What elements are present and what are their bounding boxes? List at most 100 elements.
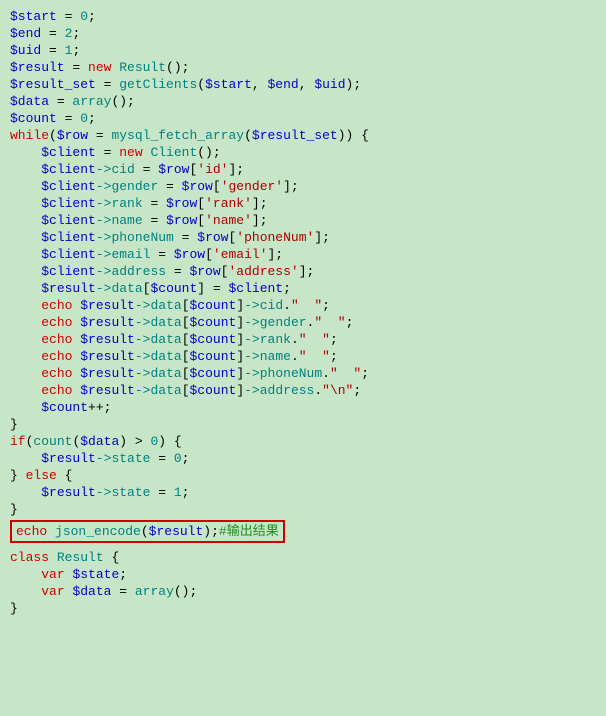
property: address	[260, 383, 315, 398]
keyword: while	[10, 128, 49, 143]
variable: $result	[41, 451, 96, 466]
code-line: $uid = 1;	[10, 42, 576, 59]
property: state	[111, 451, 150, 466]
class-name: Result	[111, 60, 166, 75]
code-line: echo $result->data[$count]->address."\n"…	[10, 382, 576, 399]
variable: $row	[57, 128, 88, 143]
property: address	[111, 264, 166, 279]
string: " "	[291, 298, 322, 313]
variable: $client	[41, 162, 96, 177]
property: phoneNum	[260, 366, 322, 381]
code-line: $client->phoneNum = $row['phoneNum'];	[10, 229, 576, 246]
variable: $count	[190, 332, 237, 347]
number: 0	[80, 9, 88, 24]
property: data	[150, 349, 181, 364]
string: " "	[330, 366, 361, 381]
property: cid	[111, 162, 134, 177]
variable: $count	[190, 383, 237, 398]
keyword: var	[41, 567, 64, 582]
string: " "	[314, 315, 345, 330]
code-line: while($row = mysql_fetch_array($result_s…	[10, 127, 576, 144]
code-line: echo $result->data[$count]->rank." ";	[10, 331, 576, 348]
variable: $row	[182, 179, 213, 194]
function-name: mysql_fetch_array	[111, 128, 244, 143]
property: gender	[260, 315, 307, 330]
code-line: echo $result->data[$count]->cid." ";	[10, 297, 576, 314]
string: " "	[299, 349, 330, 364]
code-line: } else {	[10, 467, 576, 484]
variable: $result	[41, 485, 96, 500]
variable: $uid	[10, 43, 41, 58]
keyword: echo	[41, 298, 72, 313]
variable: $state	[72, 567, 119, 582]
variable: $client	[41, 196, 96, 211]
variable: $result_set	[10, 77, 96, 92]
code-line: echo $result->data[$count]->phoneNum." "…	[10, 365, 576, 382]
code-line: echo $result->data[$count]->name." ";	[10, 348, 576, 365]
keyword: echo	[41, 315, 72, 330]
class-name: Client	[143, 145, 198, 160]
property: cid	[260, 298, 283, 313]
variable: $client	[41, 247, 96, 262]
variable: $count	[10, 111, 57, 126]
property: name	[111, 213, 142, 228]
keyword: echo	[41, 349, 72, 364]
code-line: $client->gender = $row['gender'];	[10, 178, 576, 195]
code-line: }	[10, 600, 576, 617]
code-line: if(count($data) > 0) {	[10, 433, 576, 450]
code-line: $start = 0;	[10, 8, 576, 25]
variable: $result	[80, 315, 135, 330]
variable: $result	[80, 383, 135, 398]
variable: $result	[41, 281, 96, 296]
number: 1	[174, 485, 182, 500]
variable: $row	[197, 230, 228, 245]
keyword: else	[26, 468, 57, 483]
property: email	[111, 247, 150, 262]
string: 'name'	[205, 213, 252, 228]
variable: $row	[166, 196, 197, 211]
code-line: $result = new Result();	[10, 59, 576, 76]
highlighted-line: echo json_encode($result);#输出结果	[10, 520, 285, 543]
code-line: $count = 0;	[10, 110, 576, 127]
variable: $result	[80, 349, 135, 364]
variable: $start	[10, 9, 57, 24]
code-line: var $data = array();	[10, 583, 576, 600]
code-line: $end = 2;	[10, 25, 576, 42]
code-line: $result->state = 1;	[10, 484, 576, 501]
variable: $client	[41, 145, 96, 160]
code-line: }	[10, 501, 576, 518]
variable: $result	[80, 298, 135, 313]
variable: $row	[166, 213, 197, 228]
number: 0	[174, 451, 182, 466]
code-line: echo $result->data[$count]->gender." ";	[10, 314, 576, 331]
variable: $row	[189, 264, 220, 279]
keyword: new	[119, 145, 142, 160]
variable: $data	[10, 94, 49, 109]
variable: $end	[267, 77, 298, 92]
keyword: if	[10, 434, 26, 449]
string: 'phoneNum'	[236, 230, 314, 245]
code-line: $data = array();	[10, 93, 576, 110]
code-line: $client->email = $row['email'];	[10, 246, 576, 263]
function-name: count	[33, 434, 72, 449]
variable: $data	[80, 434, 119, 449]
keyword: echo	[16, 524, 47, 539]
property: name	[260, 349, 291, 364]
property: data	[150, 383, 181, 398]
variable: $result	[80, 332, 135, 347]
variable: $count	[190, 298, 237, 313]
code-line: $result->state = 0;	[10, 450, 576, 467]
variable: $count	[41, 400, 88, 415]
property: rank	[111, 196, 142, 211]
code-line: $result_set = getClients($start, $end, $…	[10, 76, 576, 93]
variable: $result	[149, 524, 204, 539]
keyword: new	[88, 60, 111, 75]
function-name: array	[135, 584, 174, 599]
variable: $result	[10, 60, 65, 75]
property: phoneNum	[111, 230, 173, 245]
property: data	[150, 315, 181, 330]
code-line: $client->address = $row['address'];	[10, 263, 576, 280]
variable: $start	[205, 77, 252, 92]
variable: $client	[41, 179, 96, 194]
string: "\n"	[322, 383, 353, 398]
